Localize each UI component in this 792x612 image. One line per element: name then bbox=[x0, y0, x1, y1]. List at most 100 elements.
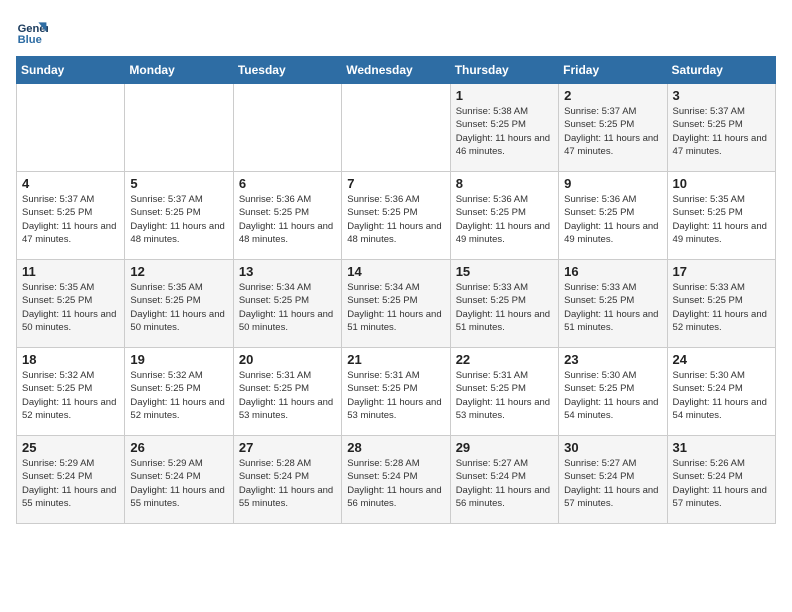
day-info: Sunrise: 5:27 AMSunset: 5:24 PMDaylight:… bbox=[564, 457, 661, 510]
day-number: 29 bbox=[456, 440, 553, 455]
page-header: General Blue bbox=[16, 16, 776, 48]
calendar-cell bbox=[342, 84, 450, 172]
day-info: Sunrise: 5:36 AMSunset: 5:25 PMDaylight:… bbox=[564, 193, 661, 246]
day-info: Sunrise: 5:29 AMSunset: 5:24 PMDaylight:… bbox=[22, 457, 119, 510]
day-number: 7 bbox=[347, 176, 444, 191]
calendar-cell: 8 Sunrise: 5:36 AMSunset: 5:25 PMDaylight… bbox=[450, 172, 558, 260]
day-info: Sunrise: 5:29 AMSunset: 5:24 PMDaylight:… bbox=[130, 457, 227, 510]
calendar-cell: 16 Sunrise: 5:33 AMSunset: 5:25 PMDayligh… bbox=[559, 260, 667, 348]
day-number: 17 bbox=[673, 264, 770, 279]
day-info: Sunrise: 5:30 AMSunset: 5:24 PMDaylight:… bbox=[673, 369, 770, 422]
day-info: Sunrise: 5:36 AMSunset: 5:25 PMDaylight:… bbox=[456, 193, 553, 246]
col-header-wednesday: Wednesday bbox=[342, 57, 450, 84]
svg-text:Blue: Blue bbox=[18, 34, 42, 46]
day-number: 16 bbox=[564, 264, 661, 279]
day-number: 14 bbox=[347, 264, 444, 279]
day-info: Sunrise: 5:37 AMSunset: 5:25 PMDaylight:… bbox=[22, 193, 119, 246]
day-info: Sunrise: 5:31 AMSunset: 5:25 PMDaylight:… bbox=[456, 369, 553, 422]
calendar-cell: 24 Sunrise: 5:30 AMSunset: 5:24 PMDayligh… bbox=[667, 348, 775, 436]
day-number: 12 bbox=[130, 264, 227, 279]
day-number: 3 bbox=[673, 88, 770, 103]
calendar-table: SundayMondayTuesdayWednesdayThursdayFrid… bbox=[16, 56, 776, 524]
calendar-cell: 31 Sunrise: 5:26 AMSunset: 5:24 PMDayligh… bbox=[667, 436, 775, 524]
day-number: 2 bbox=[564, 88, 661, 103]
calendar-cell: 11 Sunrise: 5:35 AMSunset: 5:25 PMDayligh… bbox=[17, 260, 125, 348]
day-info: Sunrise: 5:35 AMSunset: 5:25 PMDaylight:… bbox=[22, 281, 119, 334]
calendar-cell bbox=[233, 84, 341, 172]
day-number: 21 bbox=[347, 352, 444, 367]
day-info: Sunrise: 5:37 AMSunset: 5:25 PMDaylight:… bbox=[673, 105, 770, 158]
calendar-cell: 5 Sunrise: 5:37 AMSunset: 5:25 PMDaylight… bbox=[125, 172, 233, 260]
calendar-cell: 22 Sunrise: 5:31 AMSunset: 5:25 PMDayligh… bbox=[450, 348, 558, 436]
day-number: 13 bbox=[239, 264, 336, 279]
day-info: Sunrise: 5:32 AMSunset: 5:25 PMDaylight:… bbox=[130, 369, 227, 422]
day-number: 15 bbox=[456, 264, 553, 279]
calendar-cell: 7 Sunrise: 5:36 AMSunset: 5:25 PMDaylight… bbox=[342, 172, 450, 260]
day-info: Sunrise: 5:26 AMSunset: 5:24 PMDaylight:… bbox=[673, 457, 770, 510]
day-number: 20 bbox=[239, 352, 336, 367]
day-info: Sunrise: 5:28 AMSunset: 5:24 PMDaylight:… bbox=[239, 457, 336, 510]
day-number: 25 bbox=[22, 440, 119, 455]
calendar-cell: 10Sunrise: 5:35 AMSunset: 5:25 PMDayligh… bbox=[667, 172, 775, 260]
calendar-cell: 27 Sunrise: 5:28 AMSunset: 5:24 PMDayligh… bbox=[233, 436, 341, 524]
calendar-cell: 13 Sunrise: 5:34 AMSunset: 5:25 PMDayligh… bbox=[233, 260, 341, 348]
day-number: 31 bbox=[673, 440, 770, 455]
calendar-cell bbox=[125, 84, 233, 172]
col-header-thursday: Thursday bbox=[450, 57, 558, 84]
day-number: 27 bbox=[239, 440, 336, 455]
day-info: Sunrise: 5:33 AMSunset: 5:25 PMDaylight:… bbox=[673, 281, 770, 334]
col-header-sunday: Sunday bbox=[17, 57, 125, 84]
calendar-cell: 4 Sunrise: 5:37 AMSunset: 5:25 PMDaylight… bbox=[17, 172, 125, 260]
day-number: 19 bbox=[130, 352, 227, 367]
calendar-cell: 30 Sunrise: 5:27 AMSunset: 5:24 PMDayligh… bbox=[559, 436, 667, 524]
day-info: Sunrise: 5:31 AMSunset: 5:25 PMDaylight:… bbox=[239, 369, 336, 422]
calendar-cell: 25 Sunrise: 5:29 AMSunset: 5:24 PMDayligh… bbox=[17, 436, 125, 524]
day-number: 6 bbox=[239, 176, 336, 191]
day-number: 4 bbox=[22, 176, 119, 191]
calendar-cell: 26 Sunrise: 5:29 AMSunset: 5:24 PMDayligh… bbox=[125, 436, 233, 524]
calendar-cell: 3 Sunrise: 5:37 AMSunset: 5:25 PMDaylight… bbox=[667, 84, 775, 172]
calendar-cell: 15 Sunrise: 5:33 AMSunset: 5:25 PMDayligh… bbox=[450, 260, 558, 348]
col-header-monday: Monday bbox=[125, 57, 233, 84]
calendar-cell: 14 Sunrise: 5:34 AMSunset: 5:25 PMDayligh… bbox=[342, 260, 450, 348]
day-info: Sunrise: 5:30 AMSunset: 5:25 PMDaylight:… bbox=[564, 369, 661, 422]
day-info: Sunrise: 5:35 AMSunset: 5:25 PMDaylight:… bbox=[130, 281, 227, 334]
day-number: 30 bbox=[564, 440, 661, 455]
calendar-cell bbox=[17, 84, 125, 172]
day-info: Sunrise: 5:32 AMSunset: 5:25 PMDaylight:… bbox=[22, 369, 119, 422]
day-info: Sunrise: 5:36 AMSunset: 5:25 PMDaylight:… bbox=[239, 193, 336, 246]
calendar-cell: 28 Sunrise: 5:28 AMSunset: 5:24 PMDayligh… bbox=[342, 436, 450, 524]
day-number: 28 bbox=[347, 440, 444, 455]
col-header-tuesday: Tuesday bbox=[233, 57, 341, 84]
col-header-friday: Friday bbox=[559, 57, 667, 84]
calendar-cell: 21 Sunrise: 5:31 AMSunset: 5:25 PMDayligh… bbox=[342, 348, 450, 436]
calendar-cell: 17 Sunrise: 5:33 AMSunset: 5:25 PMDayligh… bbox=[667, 260, 775, 348]
day-number: 23 bbox=[564, 352, 661, 367]
day-number: 26 bbox=[130, 440, 227, 455]
calendar-cell: 12 Sunrise: 5:35 AMSunset: 5:25 PMDayligh… bbox=[125, 260, 233, 348]
calendar-cell: 18 Sunrise: 5:32 AMSunset: 5:25 PMDayligh… bbox=[17, 348, 125, 436]
day-info: Sunrise: 5:37 AMSunset: 5:25 PMDaylight:… bbox=[564, 105, 661, 158]
calendar-cell: 1Sunrise: 5:38 AMSunset: 5:25 PMDaylight… bbox=[450, 84, 558, 172]
day-number: 18 bbox=[22, 352, 119, 367]
day-number: 11 bbox=[22, 264, 119, 279]
calendar-cell: 2 Sunrise: 5:37 AMSunset: 5:25 PMDaylight… bbox=[559, 84, 667, 172]
day-info: Sunrise: 5:37 AMSunset: 5:25 PMDaylight:… bbox=[130, 193, 227, 246]
day-number: 1 bbox=[456, 88, 553, 103]
day-info: Sunrise: 5:34 AMSunset: 5:25 PMDaylight:… bbox=[347, 281, 444, 334]
day-info: Sunrise: 5:28 AMSunset: 5:24 PMDaylight:… bbox=[347, 457, 444, 510]
day-number: 24 bbox=[673, 352, 770, 367]
day-number: 8 bbox=[456, 176, 553, 191]
day-info: Sunrise: 5:34 AMSunset: 5:25 PMDaylight:… bbox=[239, 281, 336, 334]
day-info: Sunrise: 5:27 AMSunset: 5:24 PMDaylight:… bbox=[456, 457, 553, 510]
day-number: 22 bbox=[456, 352, 553, 367]
day-info: Sunrise: 5:33 AMSunset: 5:25 PMDaylight:… bbox=[564, 281, 661, 334]
calendar-cell: 9Sunrise: 5:36 AMSunset: 5:25 PMDaylight… bbox=[559, 172, 667, 260]
day-number: 10 bbox=[673, 176, 770, 191]
day-info: Sunrise: 5:31 AMSunset: 5:25 PMDaylight:… bbox=[347, 369, 444, 422]
logo[interactable]: General Blue bbox=[16, 16, 52, 48]
day-info: Sunrise: 5:33 AMSunset: 5:25 PMDaylight:… bbox=[456, 281, 553, 334]
day-info: Sunrise: 5:36 AMSunset: 5:25 PMDaylight:… bbox=[347, 193, 444, 246]
day-number: 5 bbox=[130, 176, 227, 191]
calendar-cell: 6 Sunrise: 5:36 AMSunset: 5:25 PMDaylight… bbox=[233, 172, 341, 260]
